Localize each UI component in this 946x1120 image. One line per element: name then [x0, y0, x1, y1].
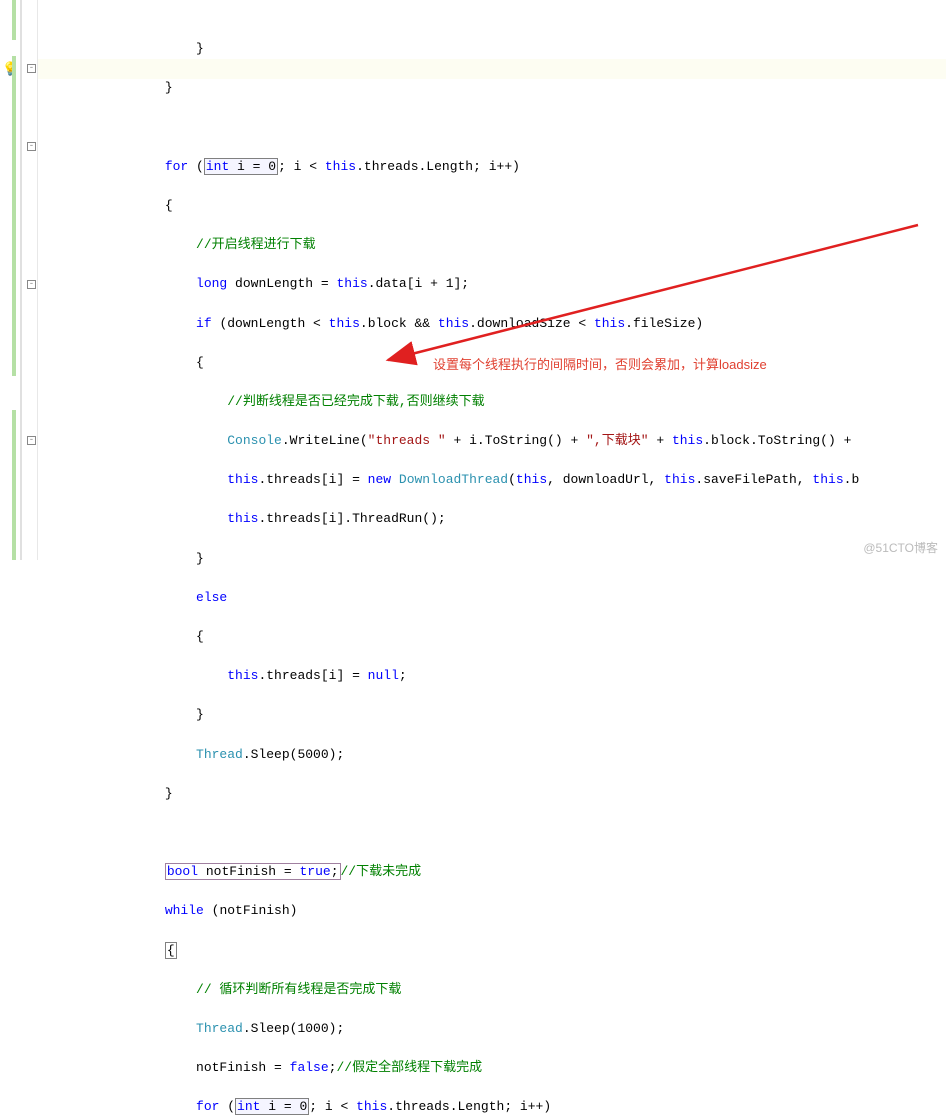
code-line: }: [40, 549, 946, 569]
code-line: {: [40, 627, 946, 647]
code-line: {: [40, 196, 946, 216]
code-line: //判断线程是否已经完成下载,否则继续下载: [40, 392, 946, 412]
code-line: while (notFinish): [40, 901, 946, 921]
code-line: this.threads[i] = new DownloadThread(thi…: [40, 470, 946, 490]
code-line: long downLength = this.data[i + 1];: [40, 274, 946, 294]
fold-icon[interactable]: -: [27, 142, 36, 151]
code-line: for (int i = 0; i < this.threads.Length;…: [40, 1097, 946, 1117]
code-line: {: [40, 941, 946, 961]
code-line: this.threads[i] = null;: [40, 666, 946, 686]
code-line: for (int i = 0; i < this.threads.Length;…: [40, 157, 946, 177]
fold-icon[interactable]: -: [27, 280, 36, 289]
watermark: @51CTO博客: [863, 539, 938, 556]
lightbulb-icon[interactable]: 💡: [2, 62, 12, 76]
code-line: else: [40, 588, 946, 608]
annotation-text: 设置每个线程执行的间隔时间，否则会累加，计算loadsize: [433, 355, 767, 375]
code-line: Thread.Sleep(5000);: [40, 745, 946, 765]
code-line: }: [40, 78, 946, 98]
code-line: bool notFinish = true;//下载未完成: [40, 862, 946, 882]
code-line: [40, 823, 946, 843]
code-line: // 循环判断所有线程是否完成下载: [40, 980, 946, 1000]
code-line: }: [40, 705, 946, 725]
code-line: Console.WriteLine("threads " + i.ToStrin…: [40, 431, 946, 451]
code-line: notFinish = false;//假定全部线程下载完成: [40, 1058, 946, 1078]
gutter: 💡 - - - -: [0, 0, 38, 560]
code-line: this.threads[i].ThreadRun();: [40, 509, 946, 529]
code-line: Thread.Sleep(1000);: [40, 1019, 946, 1039]
editor-container: 💡 - - - - } } for (int i = 0; i < this.t…: [0, 0, 946, 560]
fold-icon[interactable]: -: [27, 436, 36, 445]
code-line: //开启线程进行下载: [40, 235, 946, 255]
fold-icon[interactable]: -: [27, 64, 36, 73]
code-line: }: [40, 39, 946, 59]
code-line: }: [40, 784, 946, 804]
code-line: [40, 118, 946, 138]
code-area[interactable]: } } for (int i = 0; i < this.threads.Len…: [38, 0, 946, 560]
code-line: if (downLength < this.block && this.down…: [40, 314, 946, 334]
